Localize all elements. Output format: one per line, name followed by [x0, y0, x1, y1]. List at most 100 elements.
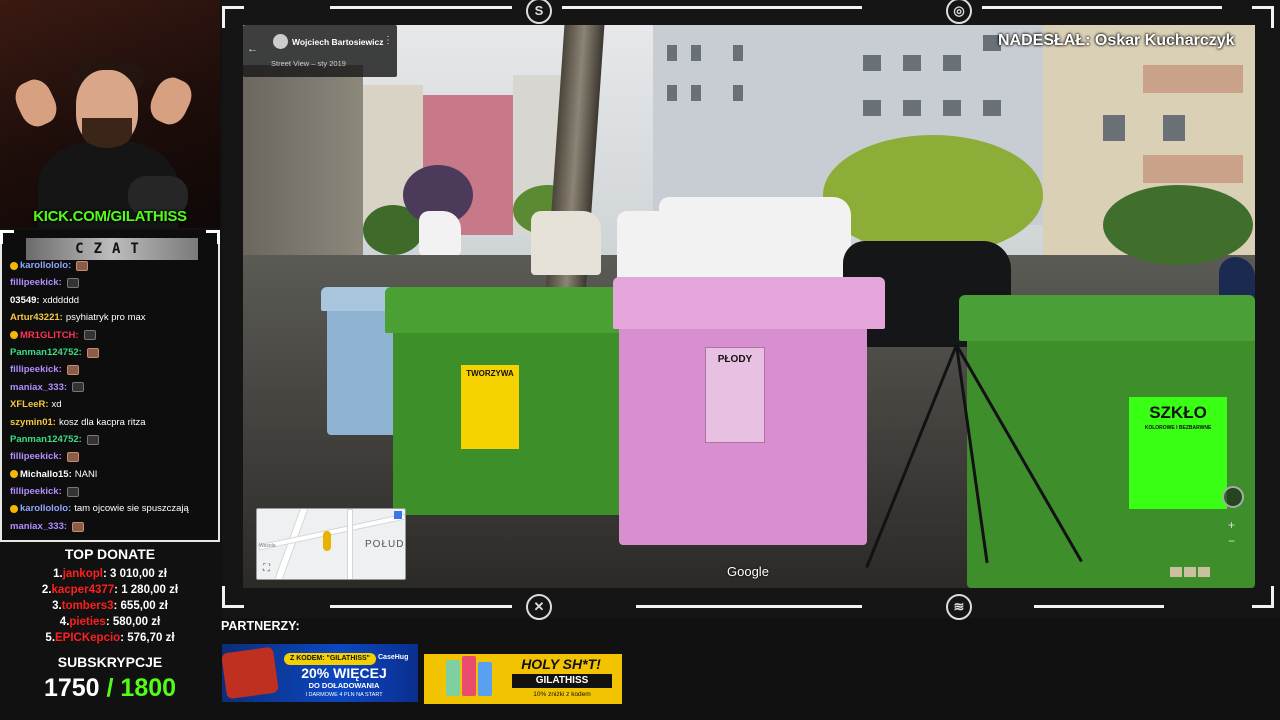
chat-username[interactable]: Artur43221: — [10, 309, 63, 326]
drink-cans-icon — [438, 656, 498, 702]
chat-message: Panman124752: — [10, 431, 216, 448]
chat-message: karollololo: — [10, 257, 216, 274]
banner2-headline: HOLY SH*T! — [521, 656, 601, 672]
chat-username[interactable]: Michallo15: — [20, 466, 72, 483]
user-badge-icon — [10, 261, 18, 270]
chat-message: karollololo: tam ojcowie sie spuszczają — [10, 500, 216, 517]
donor-name: kacper4377 — [51, 584, 115, 596]
donor-separator: : — [102, 568, 110, 580]
donor-row: 2.kacper4377: 1 280,00 zł — [0, 582, 220, 598]
chat-username[interactable]: fillipeekick: — [10, 274, 62, 291]
donor-list: 1.jankopl: 3 010,00 zł 2.kacper4377: 1 28… — [0, 566, 220, 646]
banner1-sub2: I DARMOWE 4 PLN NA START — [305, 692, 383, 698]
subs-current: 1750 — [43, 674, 100, 702]
expand-icon[interactable]: ⛶ — [263, 563, 270, 574]
chat-username[interactable]: fillipeekick: — [10, 483, 62, 500]
user-badge-icon — [10, 470, 18, 479]
emote-icon — [83, 330, 96, 341]
chat-message: szymin01: kosz dla kacpra ritza — [10, 414, 216, 431]
chest-icon — [222, 646, 279, 700]
chat-text: kosz dla kacpra ritza — [58, 416, 146, 428]
chat-username[interactable]: XFLeeR: — [10, 396, 49, 413]
glass-label-sub: KOLOROWE I BEZBARWNE — [1144, 425, 1212, 431]
streetview-info-card: ← Wojciech Bartosiewicz ⋮ Street View – … — [243, 25, 397, 77]
chat-message: fillipeekick: — [10, 483, 216, 500]
more-menu-icon[interactable]: ⋮ — [383, 35, 393, 46]
banner2-code: GILATHISS — [512, 674, 612, 688]
chat-message: fillipeekick: — [10, 274, 216, 291]
minimap[interactable]: POŁUD Wasola ⛶ — [256, 508, 406, 580]
chat-username[interactable]: karollololo: — [20, 500, 71, 517]
donor-rank: 4. — [59, 616, 70, 628]
author-name[interactable]: Wojciech Bartosiewicz — [292, 37, 383, 47]
chat-message: Artur43221: psyhiatryk pro max — [10, 309, 216, 326]
chat-message: MR1GLITCH: — [10, 327, 216, 344]
zoom-out-icon[interactable]: − — [1228, 534, 1235, 548]
donor-row: 1.jankopl: 3 010,00 zł — [0, 566, 220, 582]
donor-row: 5.EPICKepcio: 576,70 zł — [0, 630, 220, 646]
emote-icon — [66, 278, 79, 289]
chat-username[interactable]: maniax_333: — [10, 518, 67, 535]
chat-username[interactable]: karollololo: — [20, 257, 71, 274]
chat-panel: CZAT karollololo: fillipeekick: 03549: xddd… — [0, 230, 220, 542]
donor-rank: 5. — [45, 632, 56, 644]
chat-username[interactable]: fillipeekick: — [10, 361, 62, 378]
donor-name: pieties — [69, 616, 106, 628]
chat-username[interactable]: Panman124752: — [10, 431, 82, 448]
streetview-controls: + − — [1218, 482, 1248, 572]
chat-username[interactable]: MR1GLITCH: — [20, 327, 79, 344]
chat-message: Michallo15: NANI — [10, 466, 216, 483]
chat-username[interactable]: maniax_333: — [10, 379, 67, 396]
chat-username[interactable]: 03549: — [10, 292, 40, 309]
capture-date: Street View – sty 2019 — [271, 59, 346, 68]
chat-message: 03549: xdddddd — [10, 292, 216, 309]
donor-rank: 3. — [52, 600, 62, 612]
chat-message: maniax_333: — [10, 518, 216, 535]
zoom-in-icon[interactable]: + — [1228, 518, 1235, 532]
chat-text: psyhiatryk pro max — [65, 312, 146, 324]
webcam-feed — [0, 0, 220, 228]
submitter-credit: NADESŁAŁ: Oskar Kucharczyk — [998, 32, 1235, 49]
emote-icon — [76, 260, 89, 271]
stream-overlay: KICK.COM/GILATHISS CZAT karollololo: fill… — [0, 0, 1280, 720]
compass-icon[interactable] — [1222, 486, 1244, 508]
layers-icon[interactable] — [394, 511, 402, 519]
back-arrow-icon[interactable]: ← — [247, 43, 258, 55]
donor-amount: 576,70 zł — [127, 632, 175, 644]
street-view-panorama[interactable]: TWORZYWA PŁODY SZKŁO KOLOROWE I BEZBARWN… — [243, 25, 1255, 588]
donor-amount: 1 280,00 zł — [121, 584, 179, 596]
photo-thumbnails[interactable] — [1170, 564, 1242, 578]
logo-icon-top: S — [526, 0, 552, 24]
partner-banner-casehug[interactable]: Z KODEM: "GILATHISS" CaseHug 20% WIĘCEJ … — [222, 644, 418, 702]
chat-messages: karollololo: fillipeekick: 03549: xdddddd Ar… — [10, 257, 216, 535]
chat-message: XFLeeR: xd — [10, 396, 216, 413]
chat-message: fillipeekick: — [10, 448, 216, 465]
emote-icon — [86, 434, 99, 445]
top-donate-panel: TOP DONATE 1.jankopl: 3 010,00 zł 2.kacpe… — [0, 545, 220, 646]
target-icon: ◎ — [946, 0, 972, 24]
glass-label: SZKŁO KOLOROWE I BEZBARWNE — [1129, 397, 1227, 509]
chat-username[interactable]: szymin01: — [10, 414, 56, 431]
minimap-street: Wasola — [259, 543, 276, 549]
chat-message: Panman124752: — [10, 344, 216, 361]
user-badge-icon — [10, 505, 18, 514]
channel-link[interactable]: KICK.COM/GILATHISS — [0, 208, 220, 228]
subs-title: SUBSKRYPCJE — [57, 654, 163, 670]
emote-icon — [66, 486, 79, 497]
logo-icon-bottom: ≋ — [946, 594, 972, 620]
banner1-brand: CaseHug — [378, 654, 409, 661]
emote-icon — [72, 521, 85, 532]
author-avatar — [273, 34, 288, 49]
chat-username[interactable]: fillipeekick: — [10, 448, 62, 465]
donor-separator: : — [113, 600, 121, 612]
chat-message: fillipeekick: — [10, 361, 216, 378]
google-logo: Google — [727, 564, 769, 579]
donor-separator: : — [105, 616, 113, 628]
subs-goal: / 1800 — [106, 674, 177, 702]
chat-message: maniax_333: — [10, 379, 216, 396]
plastic-label: TWORZYWA — [461, 365, 519, 449]
chat-username[interactable]: Panman124752: — [10, 344, 82, 361]
partner-banner-holysht[interactable]: HOLY SH*T! GILATHISS 10% zniżki z kodem — [424, 654, 622, 704]
donor-name: EPICKepcio — [55, 632, 121, 644]
banner2-discount: 10% zniżki z kodem — [533, 691, 591, 698]
